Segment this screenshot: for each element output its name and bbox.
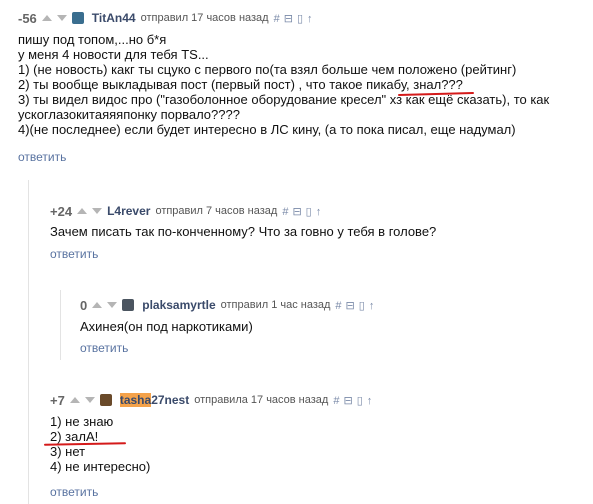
- comment-line: 1) не знаю: [50, 414, 114, 429]
- comment-line: Ахинея(он под наркотиками): [80, 319, 253, 334]
- save-icon[interactable]: ▯: [357, 394, 363, 407]
- score: 0: [80, 297, 88, 313]
- avatar: [99, 394, 112, 406]
- timestamp: отправил 7 часов назад: [155, 205, 278, 217]
- save-icon[interactable]: ▯: [297, 12, 303, 25]
- comment-header: +24 L4rever отправил 7 часов назад # ⊟ ▯ ↑: [50, 202, 325, 220]
- username[interactable]: tasha27nest: [119, 393, 190, 407]
- comment-line: 4) не интересно): [50, 459, 151, 474]
- username[interactable]: TitAn44: [92, 11, 136, 25]
- comment-line: у меня 4 новости для тебя TS...: [18, 47, 209, 62]
- collapse-icon[interactable]: ⊟: [292, 205, 301, 218]
- hash-icon[interactable]: #: [282, 206, 288, 218]
- comment: 0 plaksamyrtle отправил 1 час назад # ⊟ ▯ ↑…: [0, 288, 593, 358]
- username-highlight: tasha: [119, 393, 152, 407]
- reply-link[interactable]: ответить: [18, 150, 66, 164]
- collapse-icon[interactable]: ⊟: [343, 394, 352, 407]
- downvote-icon[interactable]: [84, 397, 95, 403]
- comment-line: 3) нет: [50, 444, 86, 459]
- score: +7: [50, 392, 65, 408]
- up-arrow-icon[interactable]: ↑: [367, 395, 373, 407]
- comment-line: 3) ты видел видос про ("газоболонное обо…: [18, 92, 550, 107]
- comment: +7 tasha27nest отправила 17 часов назад …: [0, 386, 593, 504]
- comment-line: 2) ты вообще выкладывая пост (первый пос…: [18, 77, 463, 92]
- comment-icons: # ⊟ ▯ ↑: [335, 296, 378, 314]
- reply-link[interactable]: ответить: [50, 485, 98, 499]
- reply-link[interactable]: ответить: [80, 341, 128, 355]
- comment: -56 TitAn44 отправил 17 часов назад # ⊟ ▯ ↑…: [0, 0, 593, 180]
- score: +24: [50, 203, 73, 219]
- upvote-icon[interactable]: [92, 302, 103, 308]
- score: -56: [18, 10, 37, 26]
- collapse-icon[interactable]: ⊟: [284, 12, 293, 25]
- save-icon[interactable]: ▯: [306, 205, 312, 218]
- downvote-icon[interactable]: [107, 302, 118, 308]
- upvote-icon[interactable]: [41, 15, 52, 21]
- comment-body: Ахинея(он под наркотиками): [80, 319, 253, 334]
- downvote-icon[interactable]: [56, 15, 67, 21]
- timestamp: отправила 17 часов назад: [194, 394, 329, 406]
- username[interactable]: L4rever: [107, 204, 150, 218]
- username[interactable]: plaksamyrtle: [142, 298, 215, 312]
- comment-line: ускоглазокитаяяяпонку порвало????: [18, 107, 240, 122]
- comment-line: 1) (не новость) какг ты сцуко с первого …: [18, 62, 517, 77]
- hash-icon[interactable]: #: [274, 13, 280, 25]
- comment-line: Зачем писать так по-конченному? Что за г…: [50, 224, 437, 239]
- timestamp: отправил 1 час назад: [220, 299, 331, 311]
- comment-line: пишу под топом,...но б*я: [18, 32, 167, 47]
- comment-icons: # ⊟ ▯ ↑: [282, 202, 325, 220]
- up-arrow-icon[interactable]: ↑: [307, 13, 313, 25]
- comment-header: -56 TitAn44 отправил 17 часов назад # ⊟ ▯ ↑: [18, 9, 317, 27]
- avatar: [71, 12, 84, 24]
- collapse-icon[interactable]: ⊟: [346, 299, 355, 312]
- comment-header: 0 plaksamyrtle отправил 1 час назад # ⊟ ▯ ↑: [80, 296, 378, 314]
- reply-link[interactable]: ответить: [50, 247, 98, 261]
- up-arrow-icon[interactable]: ↑: [369, 300, 375, 312]
- timestamp: отправил 17 часов назад: [140, 12, 269, 24]
- comment-icons: # ⊟ ▯ ↑: [333, 391, 376, 409]
- username-rest: 27nest: [151, 393, 190, 407]
- upvote-icon[interactable]: [69, 397, 80, 403]
- comment: +24 L4rever отправил 7 часов назад # ⊟ ▯ ↑ …: [0, 195, 593, 275]
- downvote-icon[interactable]: [92, 208, 103, 214]
- hash-icon[interactable]: #: [333, 395, 339, 407]
- comment-body: пишу под топом,...но б*я у меня 4 новост…: [18, 32, 549, 137]
- save-icon[interactable]: ▯: [359, 299, 365, 312]
- comment-icons: # ⊟ ▯ ↑: [274, 9, 317, 27]
- up-arrow-icon[interactable]: ↑: [316, 206, 322, 218]
- comment-line: 4)(не последнее) если будет интересно в …: [18, 122, 516, 137]
- comment-header: +7 tasha27nest отправила 17 часов назад …: [50, 391, 376, 409]
- comment-body: Зачем писать так по-конченному? Что за г…: [50, 224, 436, 239]
- upvote-icon[interactable]: [77, 208, 88, 214]
- avatar: [122, 299, 135, 311]
- hash-icon[interactable]: #: [335, 300, 341, 312]
